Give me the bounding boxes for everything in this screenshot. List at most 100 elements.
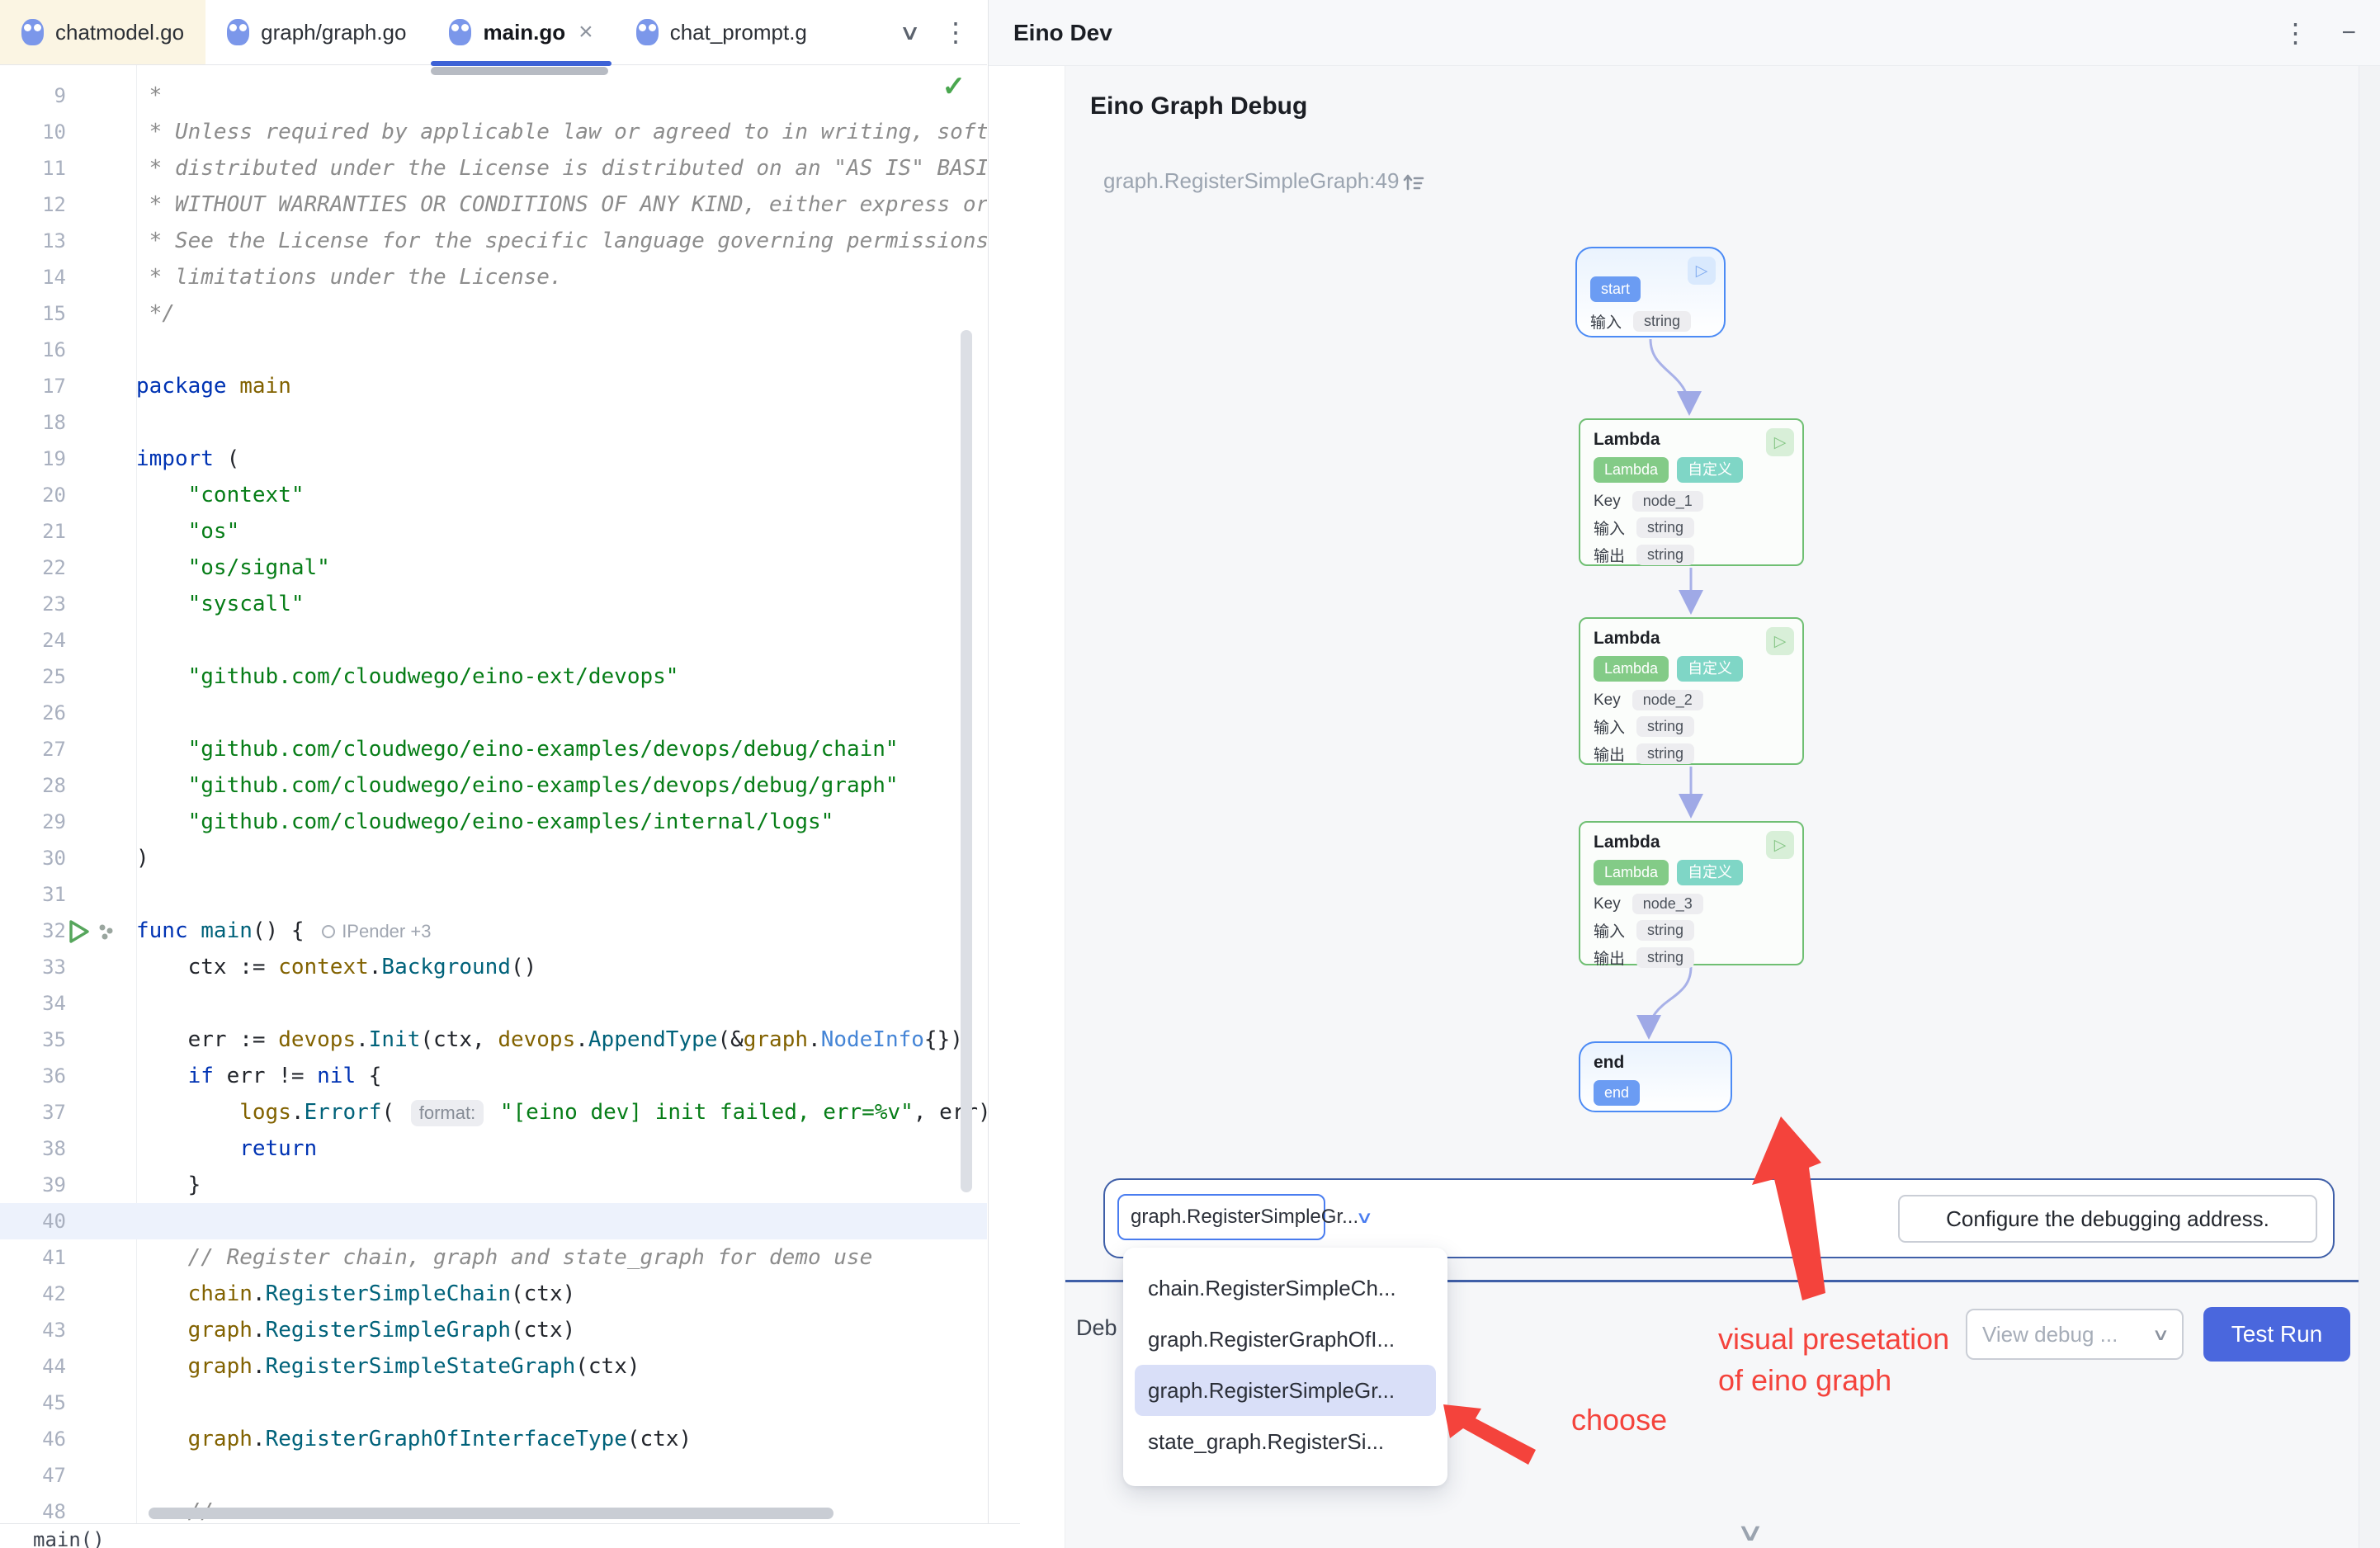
code-line-45[interactable]: 45	[0, 1385, 987, 1421]
node-row-chip: node_3	[1632, 894, 1703, 914]
node-row-label: 输入	[1594, 517, 1625, 539]
code-line-34[interactable]: 34	[0, 985, 987, 1022]
gutter	[66, 1312, 136, 1348]
code-line-18[interactable]: 18	[0, 404, 987, 441]
code-line-27[interactable]: 27 "github.com/cloudwego/eino-examples/d…	[0, 731, 987, 767]
gutter	[66, 477, 136, 513]
panel-scroll-gutter[interactable]	[2359, 66, 2380, 1548]
code-line-32[interactable]: 32func main() { IPender +3	[0, 913, 987, 949]
code-line-29[interactable]: 29 "github.com/cloudwego/eino-examples/i…	[0, 804, 987, 840]
panel-options-icon[interactable]: ⋮	[2282, 17, 2308, 49]
code-line-10[interactable]: 10 * Unless required by applicable law o…	[0, 114, 987, 150]
code-line-39[interactable]: 39 }	[0, 1167, 987, 1203]
node-row-label: 输入	[1594, 919, 1625, 942]
test-run-button[interactable]: Test Run	[2203, 1307, 2350, 1362]
code-line-26[interactable]: 26	[0, 695, 987, 731]
collapse-chevron-icon[interactable]: ∨	[1735, 1518, 1764, 1547]
menu-item-graph-RegisterSimpleGr-[interactable]: graph.RegisterSimpleGr...	[1135, 1365, 1436, 1416]
menu-item-graph-RegisterGraphOfI-[interactable]: graph.RegisterGraphOfI...	[1135, 1314, 1436, 1365]
code-editor[interactable]: 9 *10 * Unless required by applicable la…	[0, 65, 987, 1523]
code-line-30[interactable]: 30)	[0, 840, 987, 876]
code-line-17[interactable]: 17package main	[0, 368, 987, 404]
annotation-line2: of eino graph	[1718, 1360, 1949, 1401]
node-row-chip: string	[1636, 716, 1694, 737]
node-play-icon[interactable]: ▷	[1766, 831, 1794, 859]
code-line-22[interactable]: 22 "os/signal"	[0, 550, 987, 586]
sort-lines-icon[interactable]	[1401, 170, 1426, 199]
view-debug-select[interactable]: View debug ... ∨	[1966, 1309, 2184, 1360]
configure-address-button[interactable]: Configure the debugging address.	[1898, 1195, 2317, 1243]
menu-item-state-graph-RegisterSi-[interactable]: state_graph.RegisterSi...	[1135, 1416, 1436, 1467]
graph-select[interactable]: graph.RegisterSimpleGr... ∨	[1117, 1194, 1325, 1240]
gutter	[66, 550, 136, 586]
code-line-16[interactable]: 16	[0, 332, 987, 368]
code-text: if err != nil {	[136, 1058, 987, 1094]
code-line-47[interactable]: 47	[0, 1457, 987, 1494]
line-number: 14	[0, 259, 66, 295]
tab-chat-prompt-g[interactable]: chat_prompt.g	[615, 0, 829, 64]
editor-horizontal-scrollbar[interactable]	[149, 1508, 833, 1519]
node-play-icon[interactable]: ▷	[1766, 627, 1794, 655]
code-line-42[interactable]: 42 chain.RegisterSimpleChain(ctx)	[0, 1276, 987, 1312]
node-play-icon[interactable]: ▷	[1688, 257, 1716, 285]
node-badge: 自定义	[1677, 656, 1743, 682]
graph-node-node_1[interactable]: ▷LambdaLambda自定义Keynode_1输入string输出strin…	[1579, 418, 1804, 566]
line-number: 47	[0, 1457, 66, 1494]
code-line-37[interactable]: 37 logs.Errorf( format: "[eino dev] init…	[0, 1094, 987, 1130]
code-line-11[interactable]: 11 * distributed under the License is di…	[0, 150, 987, 186]
panel-title: Eino Dev	[1013, 20, 1112, 46]
code-line-9[interactable]: 9 *	[0, 78, 987, 114]
line-number: 42	[0, 1276, 66, 1312]
code-line-20[interactable]: 20 "context"	[0, 477, 987, 513]
tab-chatmodel-go[interactable]: chatmodel.go	[0, 0, 205, 64]
code-line-43[interactable]: 43 graph.RegisterSimpleGraph(ctx)	[0, 1312, 987, 1348]
graph-node-node_3[interactable]: ▷LambdaLambda自定义Keynode_3输入string输出strin…	[1579, 821, 1804, 965]
menu-item-chain-RegisterSimpleCh-[interactable]: chain.RegisterSimpleCh...	[1135, 1262, 1436, 1314]
code-line-28[interactable]: 28 "github.com/cloudwego/eino-examples/d…	[0, 767, 987, 804]
breadcrumb[interactable]: main()	[33, 1528, 105, 1548]
minimize-icon[interactable]: −	[2341, 19, 2356, 47]
close-icon[interactable]: ×	[578, 20, 593, 45]
code-line-21[interactable]: 21 "os"	[0, 513, 987, 550]
code-line-12[interactable]: 12 * WITHOUT WARRANTIES OR CONDITIONS OF…	[0, 186, 987, 223]
code-text: *	[136, 78, 987, 114]
code-area[interactable]: 9 *10 * Unless required by applicable la…	[0, 78, 987, 1523]
tab-main-go[interactable]: main.go×	[427, 0, 614, 64]
code-text	[136, 1457, 987, 1494]
code-line-41[interactable]: 41 // Register chain, graph and state_gr…	[0, 1239, 987, 1276]
code-line-38[interactable]: 38 return	[0, 1130, 987, 1167]
tab-graph-graph-go[interactable]: graph/graph.go	[205, 0, 427, 64]
chevron-down-icon[interactable]: ∨	[899, 20, 921, 45]
kebab-menu-icon[interactable]: ⋮	[942, 17, 969, 48]
code-line-15[interactable]: 15 */	[0, 295, 987, 332]
code-line-40[interactable]: 40	[0, 1203, 987, 1239]
code-line-19[interactable]: 19import (	[0, 441, 987, 477]
code-line-23[interactable]: 23 "syscall"	[0, 586, 987, 622]
code-line-33[interactable]: 33 ctx := context.Background()	[0, 949, 987, 985]
code-text: * distributed under the License is distr…	[136, 150, 987, 186]
code-line-14[interactable]: 14 * limitations under the License.	[0, 259, 987, 295]
node-row-chip: string	[1636, 920, 1694, 941]
editor-vertical-scrollbar[interactable]	[961, 330, 972, 1192]
code-line-24[interactable]: 24	[0, 622, 987, 658]
editor-tab-bar: chatmodel.gograph/graph.gomain.go×chat_p…	[0, 0, 987, 65]
graph-node-end[interactable]: endend	[1579, 1041, 1732, 1112]
gutter	[66, 1167, 136, 1203]
code-line-36[interactable]: 36 if err != nil {	[0, 1058, 987, 1094]
graph-node-start[interactable]: ▷start输入string	[1575, 247, 1726, 337]
node-play-icon[interactable]: ▷	[1766, 428, 1794, 456]
run-icon[interactable]	[66, 913, 136, 949]
code-line-13[interactable]: 13 * See the License for the specific la…	[0, 223, 987, 259]
annotation-line1: visual presetation	[1718, 1319, 1949, 1360]
chevron-down-icon: ∨	[1355, 1207, 1373, 1228]
code-line-31[interactable]: 31	[0, 876, 987, 913]
code-line-44[interactable]: 44 graph.RegisterSimpleStateGraph(ctx)	[0, 1348, 987, 1385]
code-line-46[interactable]: 46 graph.RegisterGraphOfInterfaceType(ct…	[0, 1421, 987, 1457]
node-badge: Lambda	[1594, 656, 1669, 682]
line-number: 41	[0, 1239, 66, 1276]
graph-node-node_2[interactable]: ▷LambdaLambda自定义Keynode_2输入string输出strin…	[1579, 617, 1804, 765]
inspection-ok-icon[interactable]: ✓	[942, 70, 966, 103]
configure-address-label: Configure the debugging address.	[1946, 1206, 2269, 1232]
code-line-35[interactable]: 35 err := devops.Init(ctx, devops.Append…	[0, 1022, 987, 1058]
code-line-25[interactable]: 25 "github.com/cloudwego/eino-ext/devops…	[0, 658, 987, 695]
